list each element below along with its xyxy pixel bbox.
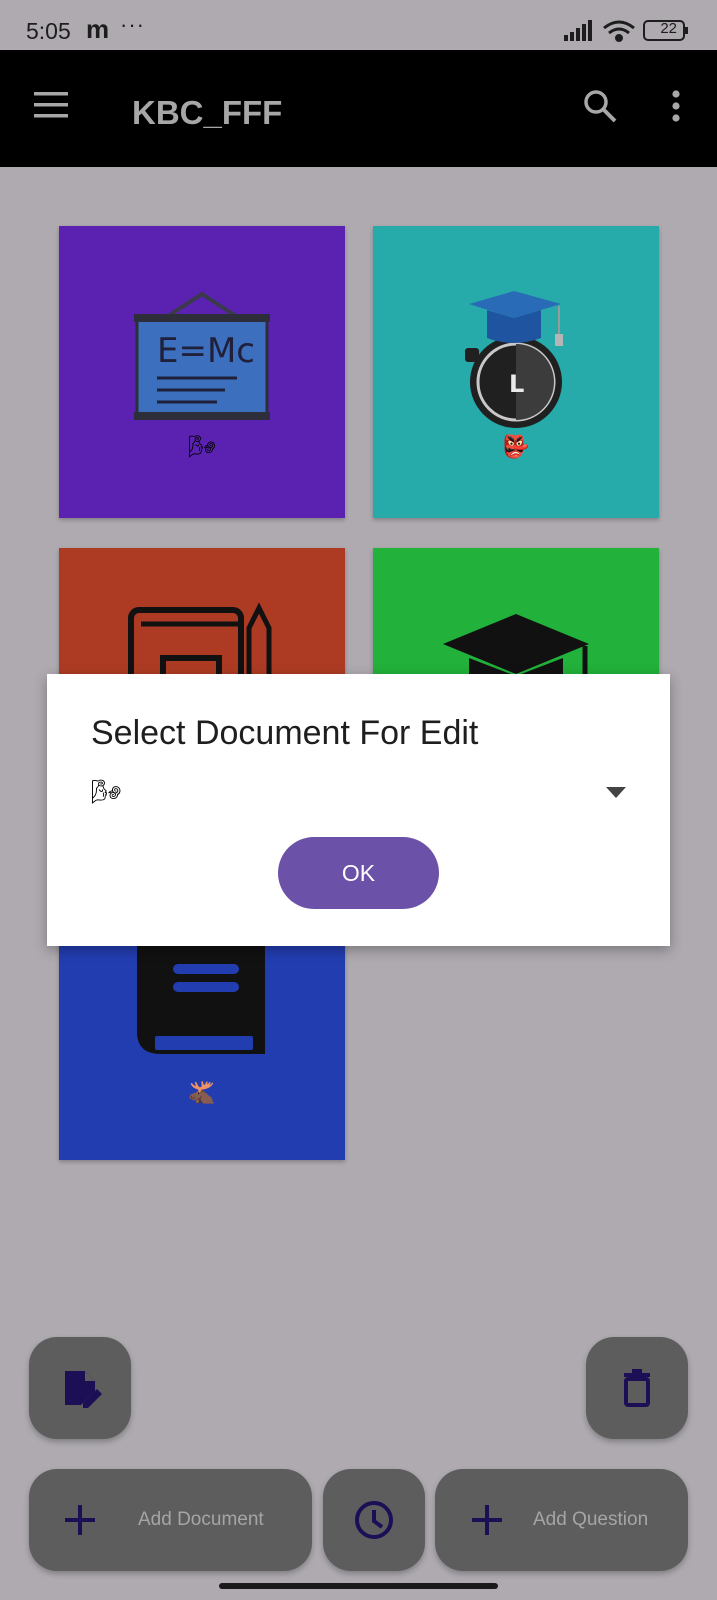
document-dropdown[interactable]: 🌬 (91, 774, 626, 814)
search-icon[interactable] (582, 88, 618, 124)
status-icons: 22 (564, 18, 689, 49)
more-vert-icon[interactable] (668, 88, 684, 124)
plus-icon (65, 1505, 95, 1535)
dropdown-selected-value: 🌬 (91, 779, 122, 806)
trash-icon (624, 1369, 650, 1407)
clock-icon (355, 1501, 393, 1539)
document-tile[interactable]: E=Mc 🌬 (59, 226, 345, 518)
signal-icon (564, 20, 592, 41)
svg-text:E=Mc: E=Mc (157, 331, 255, 371)
add-document-button[interactable]: Add Document (29, 1469, 312, 1571)
plus-icon (472, 1505, 502, 1535)
delete-button[interactable] (586, 1337, 688, 1439)
add-question-button[interactable]: Add Question (435, 1469, 688, 1571)
add-document-label: Add Document (138, 1509, 264, 1530)
graduation-stopwatch-icon: L (465, 291, 563, 428)
svg-text:L: L (509, 370, 524, 398)
document-tile[interactable]: L 👺 (373, 226, 659, 518)
wifi-icon (603, 20, 635, 42)
tile-label: 👺 (502, 434, 530, 459)
add-question-label: Add Question (533, 1509, 649, 1530)
ok-button[interactable]: OK (278, 837, 439, 909)
dialog-title: Select Document For Edit (91, 714, 479, 752)
select-document-dialog: Select Document For Edit 🌬 OK (47, 674, 670, 946)
history-button[interactable] (323, 1469, 425, 1571)
status-time: 5:05 (26, 18, 71, 44)
tile-label: 🌬 (188, 434, 216, 459)
edit-document-icon (65, 1371, 102, 1408)
gesture-nav-bar[interactable] (219, 1583, 498, 1589)
more-notifications-icon: ··· (120, 12, 145, 37)
blackboard-formula-icon: E=Mc (134, 291, 270, 420)
battery-level: 22 (660, 20, 677, 37)
page-title: KBC_FFF (132, 94, 283, 131)
carrier-icon: m (86, 14, 110, 44)
dropdown-arrow-icon (606, 786, 626, 804)
hamburger-icon[interactable] (34, 92, 68, 118)
edit-document-button[interactable] (29, 1337, 131, 1439)
status-bar: 5:05 m ··· 22 (0, 0, 717, 50)
app-bar: KBC_FFF (0, 50, 717, 167)
tile-label: 🫎 (188, 1080, 216, 1105)
